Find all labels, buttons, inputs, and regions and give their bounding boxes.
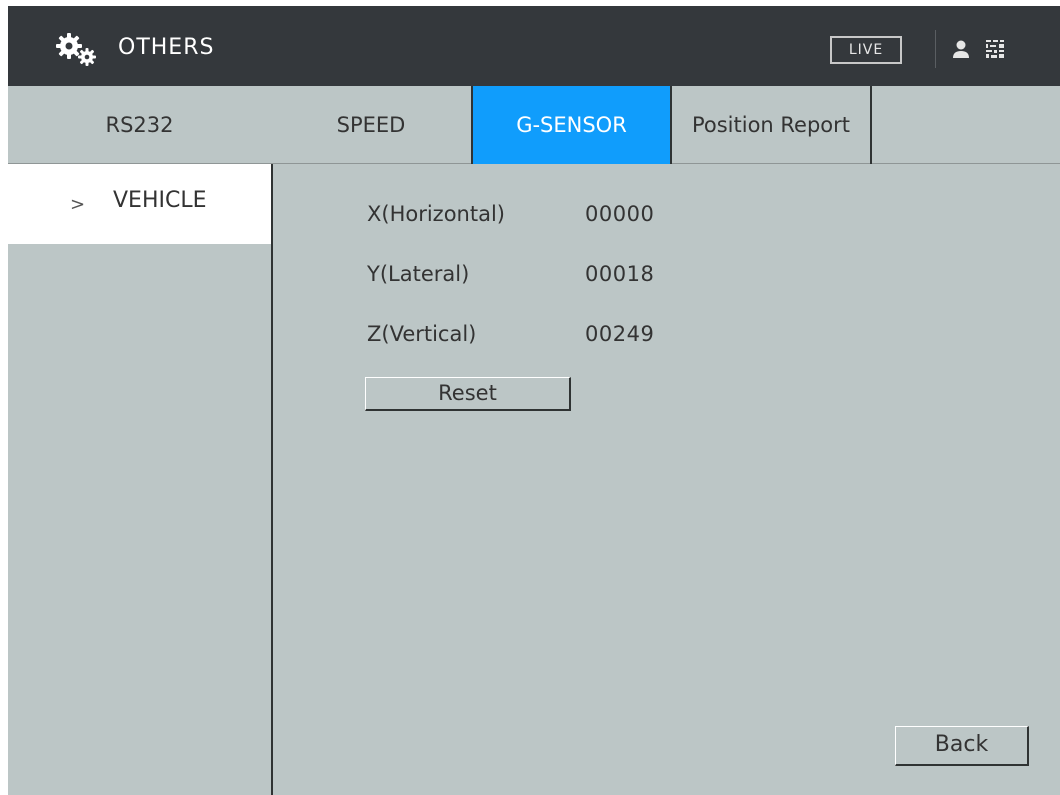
tab-position-report[interactable]: Position Report	[672, 86, 870, 164]
tab-rs232[interactable]: RS232	[8, 86, 271, 164]
tab-g-sensor[interactable]: G-SENSOR	[473, 86, 670, 164]
reset-button[interactable]: Reset	[365, 377, 571, 411]
sidebar: > VEHICLE	[8, 164, 271, 795]
y-axis-value: 00018	[585, 262, 655, 286]
user-icon[interactable]	[951, 38, 971, 60]
sidebar-item-vehicle[interactable]: > VEHICLE	[8, 164, 271, 244]
live-button[interactable]: LIVE	[830, 36, 902, 64]
x-axis-value: 00000	[585, 202, 655, 226]
back-button[interactable]: Back	[895, 726, 1029, 766]
toolbar-divider	[935, 30, 936, 68]
chevron-right-icon: >	[70, 194, 86, 215]
main-panel: X(Horizontal) 00000 Y(Lateral) 00018 Z(V…	[273, 164, 1060, 795]
tab-bar: RS232 SPEED G-SENSOR Position Report	[8, 86, 1060, 164]
sidebar-item-label: VEHICLE	[113, 188, 207, 213]
z-axis-label: Z(Vertical)	[367, 322, 477, 346]
grid-icon[interactable]	[985, 38, 1005, 60]
y-axis-label: Y(Lateral)	[367, 262, 470, 286]
z-axis-value: 00249	[585, 322, 655, 346]
page-title: OTHERS	[118, 35, 215, 60]
tab-speed[interactable]: SPEED	[271, 86, 471, 164]
x-axis-label: X(Horizontal)	[367, 202, 505, 226]
title-bar: OTHERS LIVE	[8, 6, 1060, 86]
tab-divider	[870, 86, 872, 164]
gears-icon	[56, 33, 96, 66]
